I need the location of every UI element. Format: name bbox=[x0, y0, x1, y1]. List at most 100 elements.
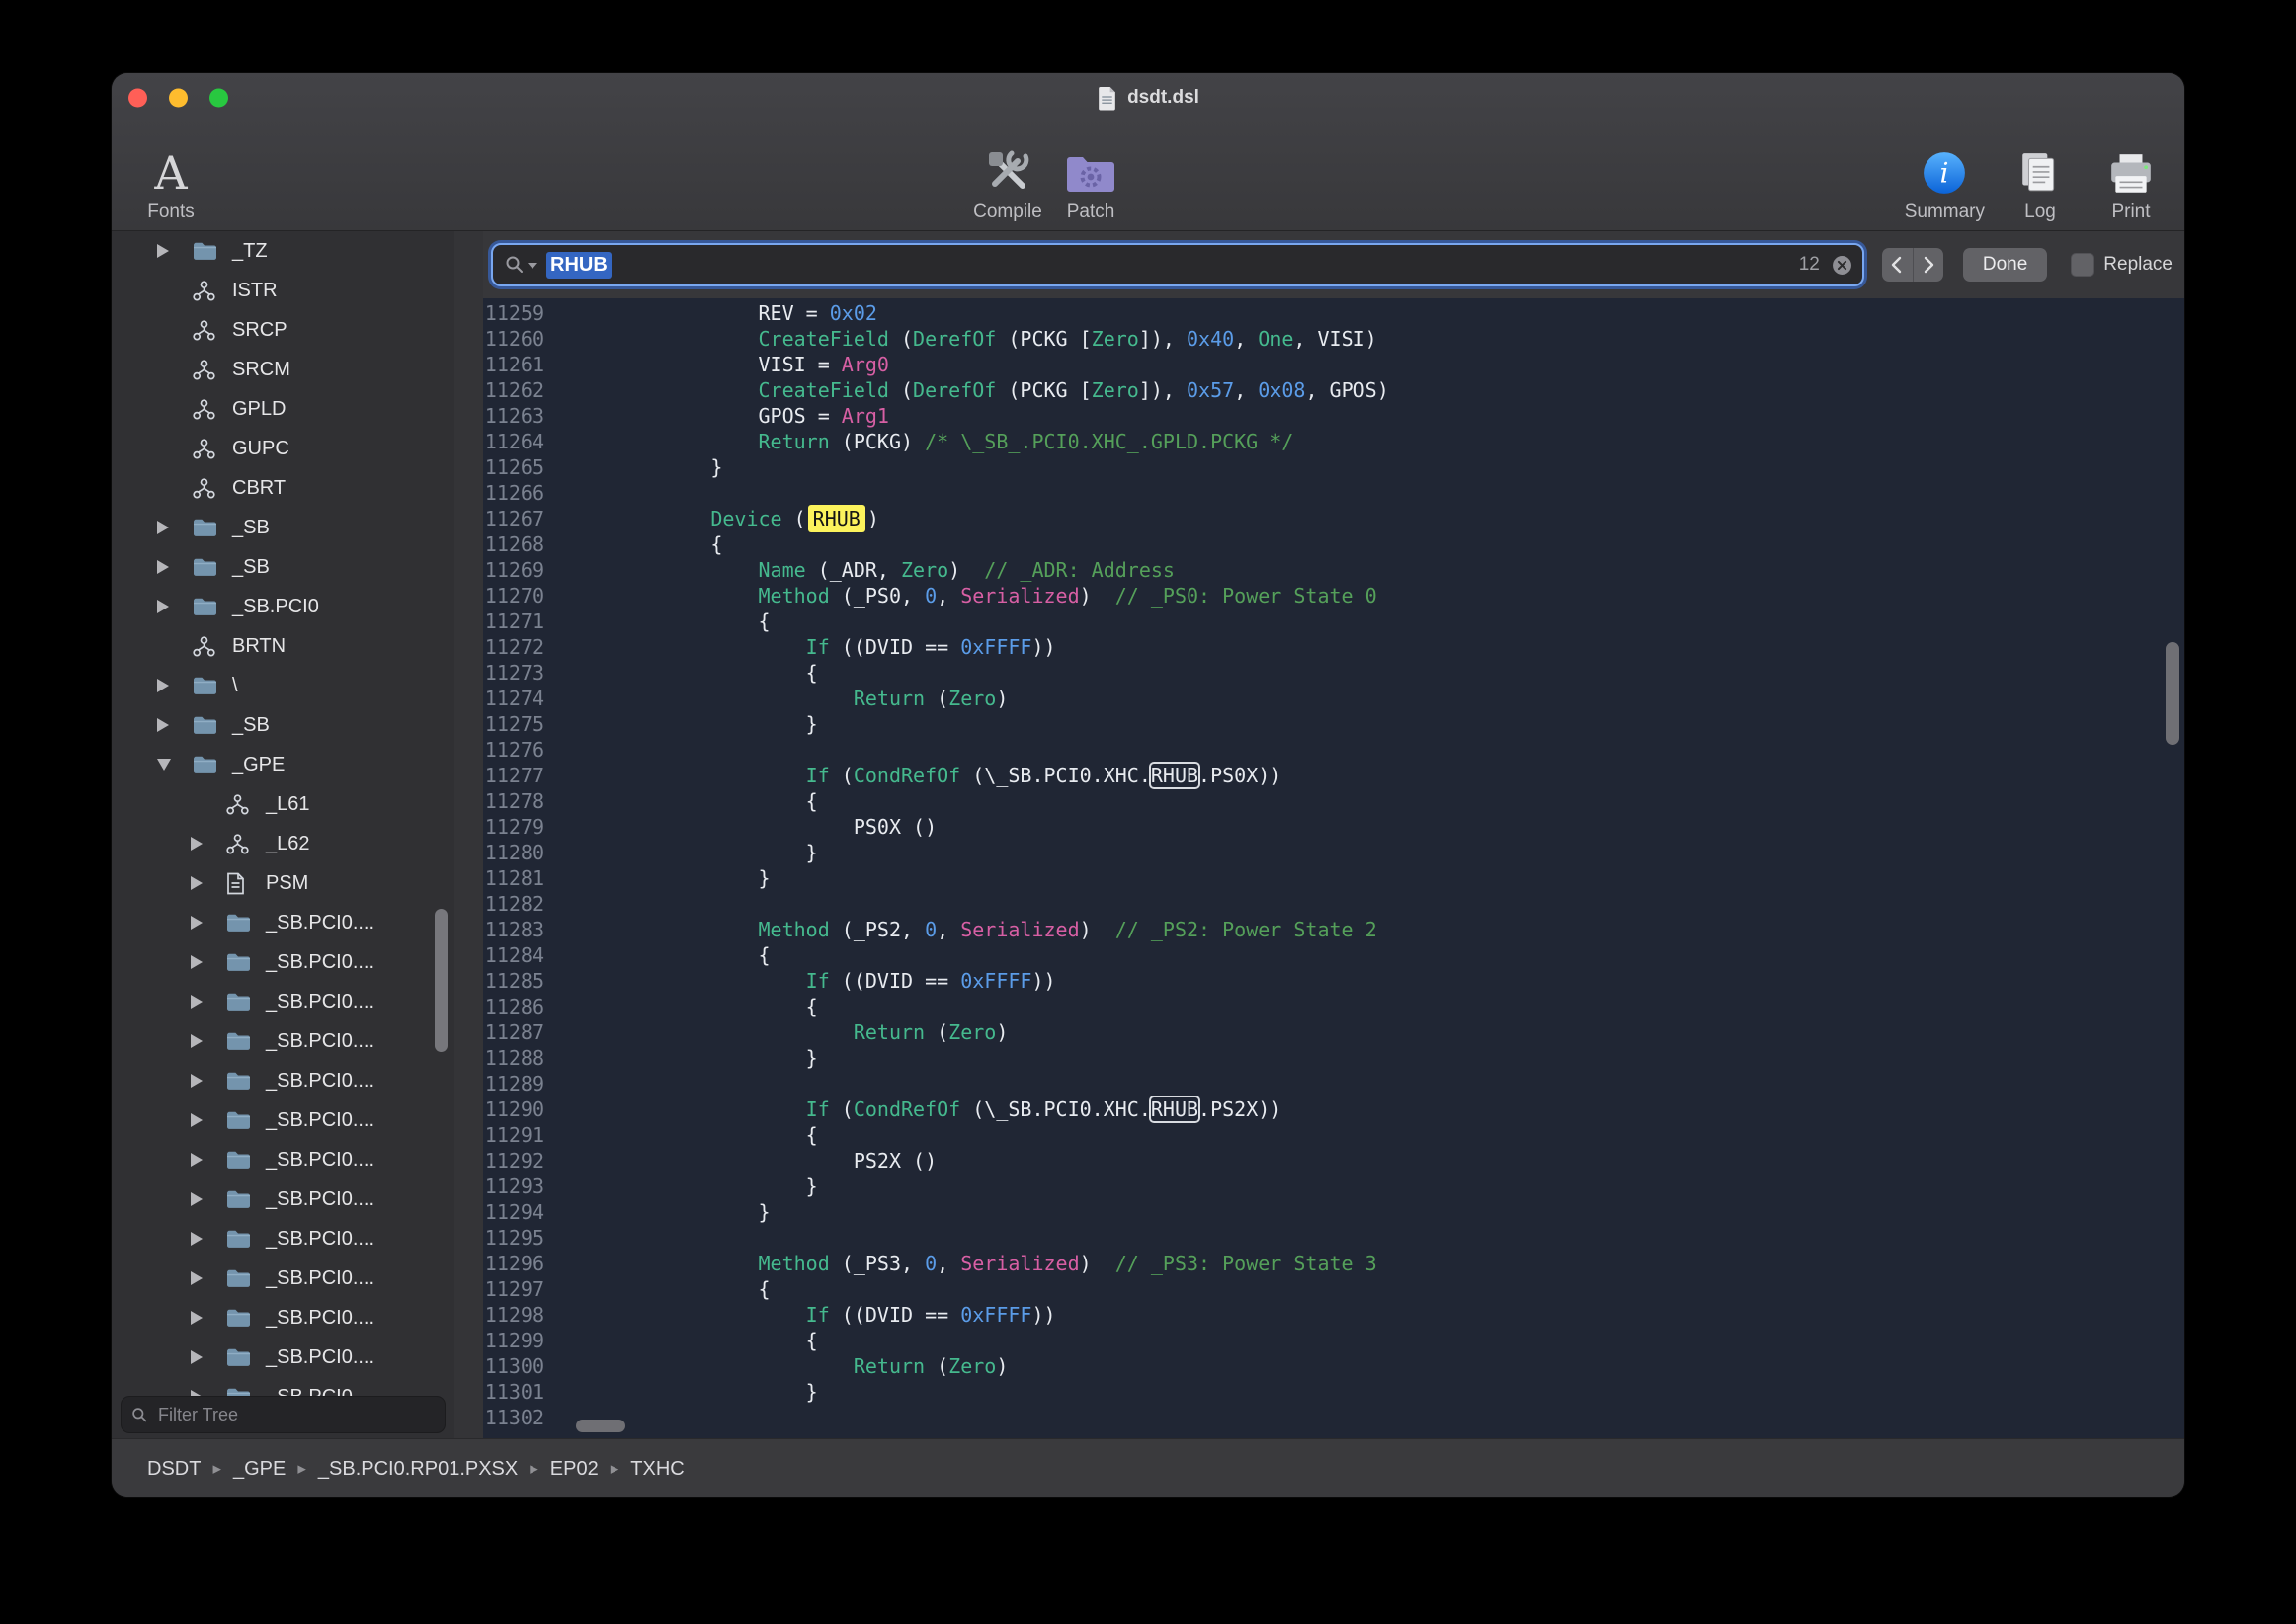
tree-item-PSM[interactable]: PSM bbox=[112, 863, 454, 903]
disclosure-triangle-icon[interactable] bbox=[157, 679, 193, 692]
line-number: 11294 bbox=[483, 1199, 556, 1225]
print-button[interactable]: Print bbox=[2095, 126, 2167, 223]
tree-item-_SB.PCI0....[interactable]: _SB.PCI0.... bbox=[112, 1259, 454, 1298]
tree-item-label: _SB.PCI0.... bbox=[266, 1070, 374, 1093]
disclosure-triangle-icon[interactable] bbox=[191, 1311, 226, 1325]
disclosure-triangle-icon[interactable] bbox=[191, 1271, 226, 1285]
tree-item-_SB.PCI0....[interactable]: _SB.PCI0.... bbox=[112, 942, 454, 982]
fonts-button[interactable]: A Fonts bbox=[135, 126, 206, 223]
zoom-button[interactable] bbox=[209, 89, 228, 108]
disclosure-triangle-icon[interactable] bbox=[191, 837, 226, 851]
method-icon bbox=[226, 794, 260, 815]
tree-item-_SB.PCI0....[interactable]: _SB.PCI0.... bbox=[112, 1100, 454, 1140]
breadcrumb-item[interactable]: _GPE bbox=[233, 1458, 286, 1481]
disclosure-triangle-icon[interactable] bbox=[157, 759, 193, 771]
find-previous-button[interactable] bbox=[1882, 248, 1913, 282]
disclosure-triangle-icon[interactable] bbox=[191, 1034, 226, 1048]
done-button[interactable]: Done bbox=[1963, 248, 2047, 282]
tree-item-BRTN[interactable]: BRTN bbox=[112, 626, 454, 666]
breadcrumb-item[interactable]: _SB.PCI0.RP01.PXSX bbox=[318, 1458, 518, 1481]
disclosure-triangle-icon[interactable] bbox=[191, 1192, 226, 1206]
tree-item-SRCP[interactable]: SRCP bbox=[112, 310, 454, 350]
breadcrumb-item[interactable]: TXHC bbox=[630, 1458, 684, 1481]
tree-item-ISTR[interactable]: ISTR bbox=[112, 271, 454, 310]
tree-item-_SB.PCI0....[interactable]: _SB.PCI0.... bbox=[112, 1179, 454, 1219]
summary-button[interactable]: i Summary bbox=[1905, 126, 1985, 223]
tree-item-GPLD[interactable]: GPLD bbox=[112, 389, 454, 429]
filter-tree-input[interactable] bbox=[156, 1404, 435, 1426]
tree-item-_SB[interactable]: _SB bbox=[112, 508, 454, 547]
breadcrumb-item[interactable]: EP02 bbox=[550, 1458, 599, 1481]
search-icon[interactable] bbox=[505, 255, 525, 275]
code-line: 11262 CreateField (DerefOf (PCKG [Zero])… bbox=[483, 377, 2184, 403]
disclosure-triangle-icon[interactable] bbox=[191, 1350, 226, 1364]
code-line: 11275 } bbox=[483, 711, 2184, 737]
line-number: 11268 bbox=[483, 531, 556, 557]
tree-item-label: _GPE bbox=[232, 754, 285, 776]
editor-vscrollbar-thumb[interactable] bbox=[2166, 642, 2179, 745]
tree-item-_SB.PCI0....[interactable]: _SB.PCI0.... bbox=[112, 1061, 454, 1100]
sidebar-scrollbar-thumb[interactable] bbox=[435, 909, 448, 1052]
disclosure-triangle-icon[interactable] bbox=[157, 521, 193, 534]
tree-item-_SB[interactable]: _SB bbox=[112, 705, 454, 745]
disclosure-triangle-icon[interactable] bbox=[191, 955, 226, 969]
tree-item-GUPC[interactable]: GUPC bbox=[112, 429, 454, 468]
disclosure-triangle-icon[interactable] bbox=[191, 1153, 226, 1167]
tree-item-_SB.PCI0....[interactable]: _SB.PCI0.... bbox=[112, 982, 454, 1021]
find-next-button[interactable] bbox=[1913, 248, 1943, 282]
log-button[interactable]: Log bbox=[2005, 126, 2076, 223]
fonts-icon: A bbox=[154, 136, 187, 200]
disclosure-triangle-icon[interactable] bbox=[157, 718, 193, 732]
clear-search-button[interactable] bbox=[1832, 255, 1852, 276]
split-divider[interactable] bbox=[454, 231, 483, 1438]
close-button[interactable] bbox=[128, 89, 147, 108]
folder-icon bbox=[193, 241, 226, 261]
replace-checkbox[interactable] bbox=[2071, 253, 2094, 277]
search-options-chevron-icon[interactable] bbox=[528, 263, 537, 274]
tree-item-_TZ[interactable]: _TZ bbox=[112, 231, 454, 271]
disclosure-triangle-icon[interactable] bbox=[157, 600, 193, 613]
toolbar: A Fonts Compile Patc bbox=[112, 122, 2184, 230]
find-input[interactable]: RHUB 12 bbox=[491, 243, 1864, 286]
method-icon bbox=[193, 281, 226, 301]
code-text: { bbox=[615, 1328, 818, 1353]
traffic-lights bbox=[128, 89, 228, 108]
filter-tree-field[interactable] bbox=[121, 1396, 446, 1433]
tree-item-_SB[interactable]: _SB bbox=[112, 547, 454, 587]
patch-button[interactable]: Patch bbox=[1055, 126, 1126, 223]
tree-item-_SB.PCI0....[interactable]: _SB.PCI0.... bbox=[112, 1298, 454, 1338]
disclosure-triangle-icon[interactable] bbox=[191, 1074, 226, 1088]
find-match-current: RHUB bbox=[808, 505, 865, 532]
disclosure-triangle-icon[interactable] bbox=[191, 916, 226, 930]
line-number: 11283 bbox=[483, 917, 556, 942]
tree-item-label: _SB.PCI0 bbox=[232, 596, 319, 618]
tree-item-_GPE[interactable]: _GPE bbox=[112, 745, 454, 784]
disclosure-triangle-icon[interactable] bbox=[191, 995, 226, 1009]
tree-item-CBRT[interactable]: CBRT bbox=[112, 468, 454, 508]
minimize-button[interactable] bbox=[169, 89, 188, 108]
tree-item-_SB.PCI0....[interactable]: _SB.PCI0.... bbox=[112, 1021, 454, 1061]
breadcrumb: DSDT▸_GPE▸_SB.PCI0.RP01.PXSX▸EP02▸TXHC bbox=[147, 1458, 685, 1481]
breadcrumb-item[interactable]: DSDT bbox=[147, 1458, 201, 1481]
compile-button[interactable]: Compile bbox=[972, 126, 1043, 223]
tree-item-_SB.PCI0....[interactable]: _SB.PCI0.... bbox=[112, 1219, 454, 1259]
code-line: 11274 Return (Zero) bbox=[483, 686, 2184, 711]
tree-item-_SB.PCI0....[interactable]: _SB.PCI0.... bbox=[112, 1140, 454, 1179]
code-line: 11301 } bbox=[483, 1379, 2184, 1405]
tree-item-_L61[interactable]: _L61 bbox=[112, 784, 454, 824]
disclosure-triangle-icon[interactable] bbox=[157, 560, 193, 574]
disclosure-triangle-icon[interactable] bbox=[191, 876, 226, 890]
disclosure-triangle-icon[interactable] bbox=[191, 1113, 226, 1127]
tree-item-root[interactable]: \ bbox=[112, 666, 454, 705]
tree-item-_SB.PCI0....[interactable]: _SB.PCI0.... bbox=[112, 1338, 454, 1377]
code-editor[interactable]: 11259 REV = 0x0211260 CreateField (Deref… bbox=[483, 298, 2184, 1438]
tree-item-_SB.PCI0....[interactable]: _SB.PCI0.... bbox=[112, 903, 454, 942]
disclosure-triangle-icon[interactable] bbox=[191, 1232, 226, 1246]
tree-item-_L62[interactable]: _L62 bbox=[112, 824, 454, 863]
tree-item-_SB.PCI0[interactable]: _SB.PCI0 bbox=[112, 587, 454, 626]
disclosure-triangle-icon[interactable] bbox=[157, 244, 193, 258]
code-line: 11288 } bbox=[483, 1045, 2184, 1071]
tree-item-SRCM[interactable]: SRCM bbox=[112, 350, 454, 389]
editor-hscrollbar-thumb[interactable] bbox=[576, 1420, 625, 1432]
line-number: 11272 bbox=[483, 634, 556, 660]
